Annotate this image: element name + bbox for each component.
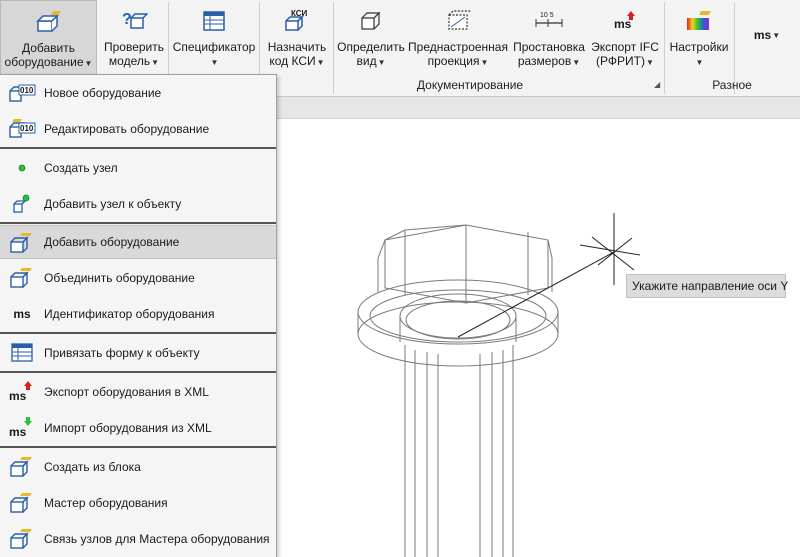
settings-icon: [684, 6, 714, 36]
menu-item-add-node[interactable]: Добавить узел к объекту: [0, 187, 276, 221]
menu-item-label: Мастер оборудования: [44, 496, 168, 510]
dimensions-icon: 10 5: [534, 6, 564, 36]
equipment-id-icon: ms: [13, 307, 31, 321]
svg-text:10 5: 10 5: [540, 12, 554, 19]
define-view-icon: [356, 6, 386, 36]
menu-item-label: Экспорт оборудования в XML: [44, 385, 209, 399]
menu-item-label: Идентификатор оборудования: [44, 307, 215, 321]
menu-separator: [0, 371, 276, 373]
menu-item-export-xml[interactable]: ms Экспорт оборудования в XML: [0, 375, 276, 409]
check-model-label: Проверить модель▼: [103, 40, 164, 68]
add-equipment-icon: [34, 7, 64, 37]
preset-projection-button[interactable]: Преднастроенная проекция▼: [408, 0, 508, 76]
menu-separator: [0, 332, 276, 334]
menu-item-merge-equipment[interactable]: Объединить оборудование: [0, 261, 276, 295]
add-equipment-dropdown-menu: 010 Новое оборудование 010 Редактировать…: [0, 74, 277, 557]
menu-item-equipment-id[interactable]: ms Идентификатор оборудования: [0, 297, 276, 331]
dimensions-button[interactable]: 10 5 Простановка размеров▼: [510, 0, 588, 76]
menu-item-label: Объединить оборудование: [44, 271, 195, 285]
settings-button[interactable]: Настройки ▼: [667, 0, 731, 76]
menu-item-new-equipment[interactable]: 010 Новое оборудование: [0, 76, 276, 110]
menu-item-label: Добавить узел к объекту: [44, 197, 182, 211]
menu-item-bind-form[interactable]: Привязать форму к объекту: [0, 336, 276, 370]
link-nodes-icon: [8, 526, 36, 552]
preset-projection-icon: [443, 6, 473, 36]
command-prompt-tooltip: Укажите направление оси Y: [626, 274, 788, 298]
check-model-icon: ?: [119, 6, 149, 36]
group-label-misc: Разное: [712, 78, 752, 92]
svg-text:ms: ms: [9, 389, 27, 403]
merge-equipment-icon: [8, 265, 36, 291]
group-expander-icon[interactable]: ◢: [654, 80, 660, 89]
specifier-label: Спецификатор ▼: [172, 40, 256, 67]
menu-item-create-from-block[interactable]: Создать из блока: [0, 450, 276, 484]
add-equipment-label: Добавить оборудование▼: [4, 41, 93, 69]
svg-text:010: 010: [20, 86, 34, 95]
group-label-documentation: Документирование: [416, 78, 524, 92]
menu-item-label: Привязать форму к объекту: [44, 346, 200, 360]
add-equipment-icon: [8, 230, 36, 256]
export-xml-icon: ms: [8, 379, 36, 405]
menu-item-label: Добавить оборудование: [44, 235, 180, 249]
add-equipment-button[interactable]: Добавить оборудование▼: [0, 0, 97, 76]
ms-button[interactable]: ms ▼: [737, 0, 797, 76]
preset-projection-label: Преднастроенная проекция▼: [408, 40, 508, 68]
ms-icon: ms ▼: [753, 28, 781, 42]
specifier-icon: [199, 6, 229, 36]
menu-separator: [0, 222, 276, 224]
menu-item-import-xml[interactable]: ms Импорт оборудования из XML: [0, 411, 276, 445]
specifier-button[interactable]: Спецификатор ▼: [171, 0, 257, 76]
export-ifc-icon: ms: [610, 6, 640, 36]
assign-ksi-code-button[interactable]: КСИ Назначить код КСИ▼: [262, 0, 332, 76]
ribbon-separator: [664, 2, 665, 94]
menu-item-equipment-wizard[interactable]: Мастер оборудования: [0, 486, 276, 520]
define-view-label: Определить вид▼: [337, 40, 405, 68]
settings-label: Настройки ▼: [669, 40, 729, 67]
import-xml-icon: ms: [8, 415, 36, 441]
equipment-wizard-icon: [8, 490, 36, 516]
bind-form-icon: [8, 340, 36, 366]
export-ifc-label: Экспорт IFC (РФРИТ)▼: [591, 40, 659, 68]
ksi-code-icon: КСИ: [282, 6, 312, 36]
svg-text:ms: ms: [9, 425, 27, 439]
define-view-button[interactable]: Определить вид▼: [336, 0, 406, 76]
dimensions-label: Простановка размеров▼: [513, 40, 585, 68]
create-from-block-icon: [8, 454, 36, 480]
menu-item-edit-equipment[interactable]: 010 Редактировать оборудование: [0, 112, 276, 146]
menu-item-label: Создать из блока: [44, 460, 141, 474]
export-ifc-button[interactable]: ms Экспорт IFC (РФРИТ)▼: [588, 0, 662, 76]
menu-item-label: Редактировать оборудование: [44, 122, 210, 136]
new-equipment-icon: 010: [8, 80, 36, 106]
assign-ksi-code-label: Назначить код КСИ▼: [267, 40, 327, 68]
menu-separator: [0, 147, 276, 149]
menu-item-label: Новое оборудование: [44, 86, 162, 100]
menu-item-add-equipment[interactable]: Добавить оборудование: [0, 225, 276, 259]
add-node-icon: [8, 191, 36, 217]
check-model-button[interactable]: ? Проверить модель▼: [100, 0, 168, 76]
menu-item-create-node[interactable]: Создать узел: [0, 151, 276, 185]
menu-separator: [0, 446, 276, 448]
menu-item-link-nodes[interactable]: Связь узлов для Мастера оборудования: [0, 522, 276, 556]
edit-equipment-icon: 010: [8, 116, 36, 142]
svg-text:010: 010: [20, 124, 34, 133]
menu-item-label: Связь узлов для Мастера оборудования: [44, 532, 270, 546]
menu-item-label: Создать узел: [44, 161, 118, 175]
create-node-icon: [8, 155, 36, 181]
menu-item-label: Импорт оборудования из XML: [44, 421, 212, 435]
